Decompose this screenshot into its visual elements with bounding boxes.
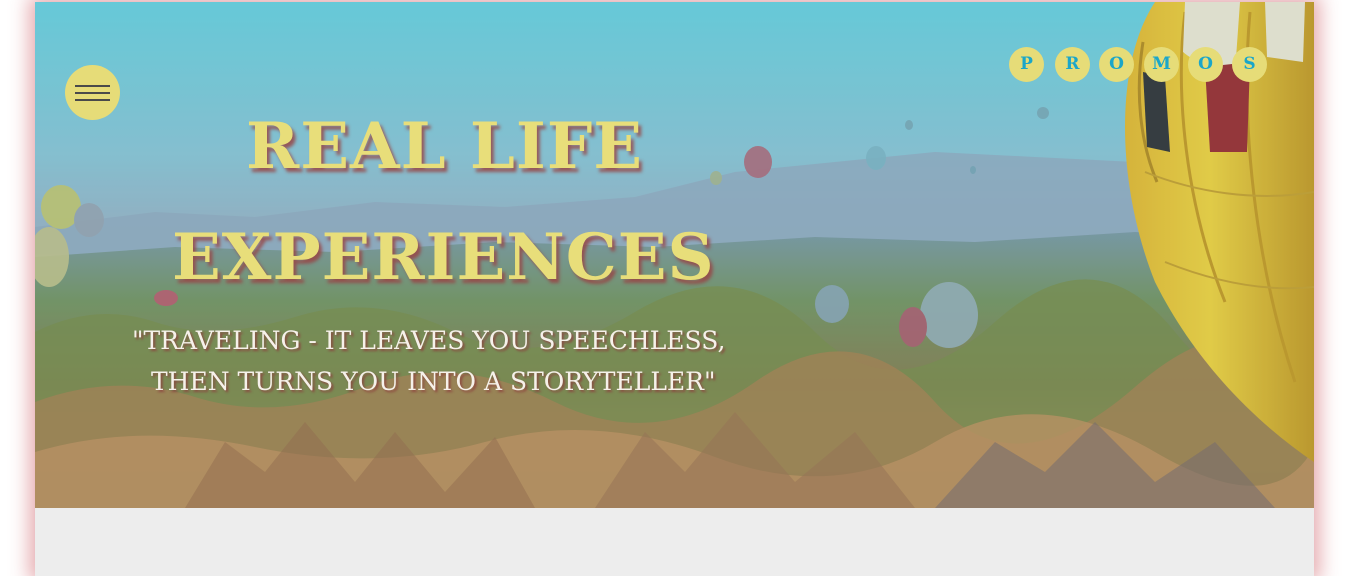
promo-letter-p[interactable]: P — [1009, 47, 1044, 82]
hero-quote-line-1: "TRAVELING - IT LEAVES YOU SPEECHLESS, — [132, 326, 726, 355]
hero-quote-line-2: THEN TURNS YOU INTO A STORYTELLER" — [151, 367, 716, 396]
hero-title-line-1: REAL LIFE — [246, 109, 644, 184]
hamburger-menu-icon-middle — [75, 92, 110, 94]
hero-banner: P R O M O S REAL LIFE EXPERIENCES "TRAVE… — [35, 2, 1314, 508]
menu-button[interactable] — [65, 65, 120, 120]
content-section — [35, 508, 1314, 576]
promo-letter-o[interactable]: O — [1099, 47, 1134, 82]
promo-letter-o2[interactable]: O — [1188, 47, 1223, 82]
hamburger-menu-icon — [75, 85, 110, 87]
promo-letter-r[interactable]: R — [1055, 47, 1090, 82]
page-frame: P R O M O S REAL LIFE EXPERIENCES "TRAVE… — [35, 2, 1314, 576]
promo-letter-m[interactable]: M — [1144, 47, 1179, 82]
hamburger-menu-icon-bottom — [75, 99, 110, 101]
promo-letter-s[interactable]: S — [1232, 47, 1267, 82]
hero-title-line-2: EXPERIENCES — [172, 220, 715, 295]
